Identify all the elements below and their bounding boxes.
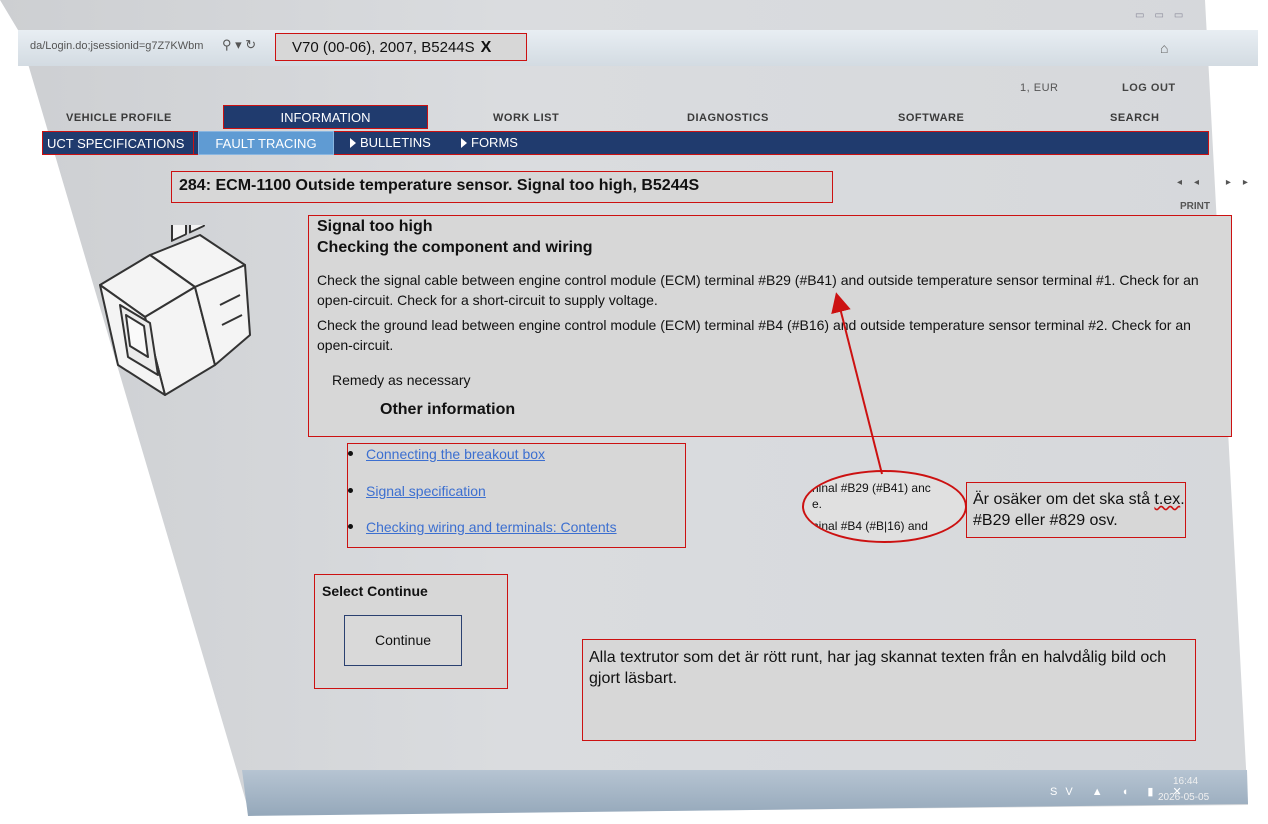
bullet-icon <box>348 451 353 456</box>
print-link[interactable]: PRINT <box>1180 201 1210 212</box>
subnav-forms-label: FORMS <box>471 135 518 150</box>
taskbar-clock-date[interactable]: 2026-05-05 <box>1158 792 1209 803</box>
connector-illustration <box>99 225 251 396</box>
nav-software[interactable]: SOFTWARE <box>898 112 964 124</box>
browser-tab[interactable]: V70 (00-06), 2007, B5244S X <box>275 33 527 61</box>
window-controls-icon[interactable]: ▭▭▭ <box>1135 10 1193 21</box>
tab-close-icon[interactable]: X <box>481 39 492 56</box>
nav-diagnostics[interactable]: DIAGNOSTICS <box>687 112 769 124</box>
address-url[interactable]: da/Login.do;jsessionid=g7Z7KWbm <box>30 40 203 52</box>
continue-button[interactable]: Continue <box>344 615 462 666</box>
scan-note: Alla textrutor som det är rött runt, har… <box>582 639 1196 741</box>
logout-link[interactable]: LOG OUT <box>1122 82 1176 94</box>
snippet-line: ninal #B29 (#B41) anc <box>812 481 931 495</box>
note-text: Är osäker om det ska stå <box>973 491 1155 508</box>
nav-vehicle-profile[interactable]: VEHICLE PROFILE <box>66 112 172 124</box>
currency-indicator[interactable]: 1, EUR <box>1020 82 1058 94</box>
annotation-note: Är osäker om det ska stå t.ex. #B29 elle… <box>966 482 1186 538</box>
link-breakout-box[interactable]: Connecting the breakout box <box>366 446 545 462</box>
note-text-misspelled: t.ex <box>1154 491 1181 508</box>
section-heading: Signal too high <box>317 218 433 235</box>
section-subheading: Checking the component and wiring <box>317 239 593 256</box>
address-bar-icons[interactable]: ⚲ ▾ ↻ <box>222 37 256 53</box>
remedy-text: Remedy as necessary <box>332 372 471 388</box>
bullet-icon <box>348 488 353 493</box>
home-icon[interactable]: ⌂ <box>1160 40 1168 56</box>
triangle-right-icon <box>461 138 467 148</box>
pager-arrows-icon[interactable]: ◂◂ ▸▸ <box>1177 177 1260 188</box>
triangle-right-icon <box>350 138 356 148</box>
subnav-forms[interactable]: FORMS <box>461 135 518 150</box>
select-continue-label: Select Continue <box>322 583 428 599</box>
snippet-line: ninal #B4 (#B|16) and <box>812 519 928 533</box>
subnav-bulletins[interactable]: BULLETINS <box>350 135 431 150</box>
snippet-line: e. <box>812 497 823 511</box>
browser-address-bar <box>18 30 1258 66</box>
zoomed-text-snippet: ninal #B29 (#B41) anc e. ninal #B4 (#B|1… <box>802 470 967 543</box>
link-signal-specification[interactable]: Signal specification <box>366 483 486 499</box>
bullet-icon <box>348 524 353 529</box>
instruction-paragraph: Check the signal cable between engine co… <box>317 272 1199 308</box>
instruction-panel: Signal too high Checking the component a… <box>308 215 1232 437</box>
nav-information[interactable]: INFORMATION <box>223 105 428 129</box>
subnav-product-specifications[interactable]: UCT SPECIFICATIONS <box>42 131 194 155</box>
continue-panel: Select Continue Continue <box>314 574 508 689</box>
subnav-bulletins-label: BULLETINS <box>360 135 431 150</box>
other-information-heading: Other information <box>380 401 516 418</box>
taskbar-clock-time[interactable]: 16:44 <box>1173 776 1198 787</box>
instruction-paragraph: Check the ground lead between engine con… <box>317 317 1191 353</box>
tab-title: V70 (00-06), 2007, B5244S <box>292 39 475 56</box>
nav-search[interactable]: SEARCH <box>1110 112 1159 124</box>
page-title: 284: ECM-1100 Outside temperature sensor… <box>171 171 833 203</box>
subnav-fault-tracing[interactable]: FAULT TRACING <box>198 131 334 155</box>
nav-work-list[interactable]: WORK LIST <box>493 112 559 124</box>
related-links-list: Connecting the breakout box Signal speci… <box>347 443 686 548</box>
link-wiring-terminals[interactable]: Checking wiring and terminals: Contents <box>366 519 617 535</box>
